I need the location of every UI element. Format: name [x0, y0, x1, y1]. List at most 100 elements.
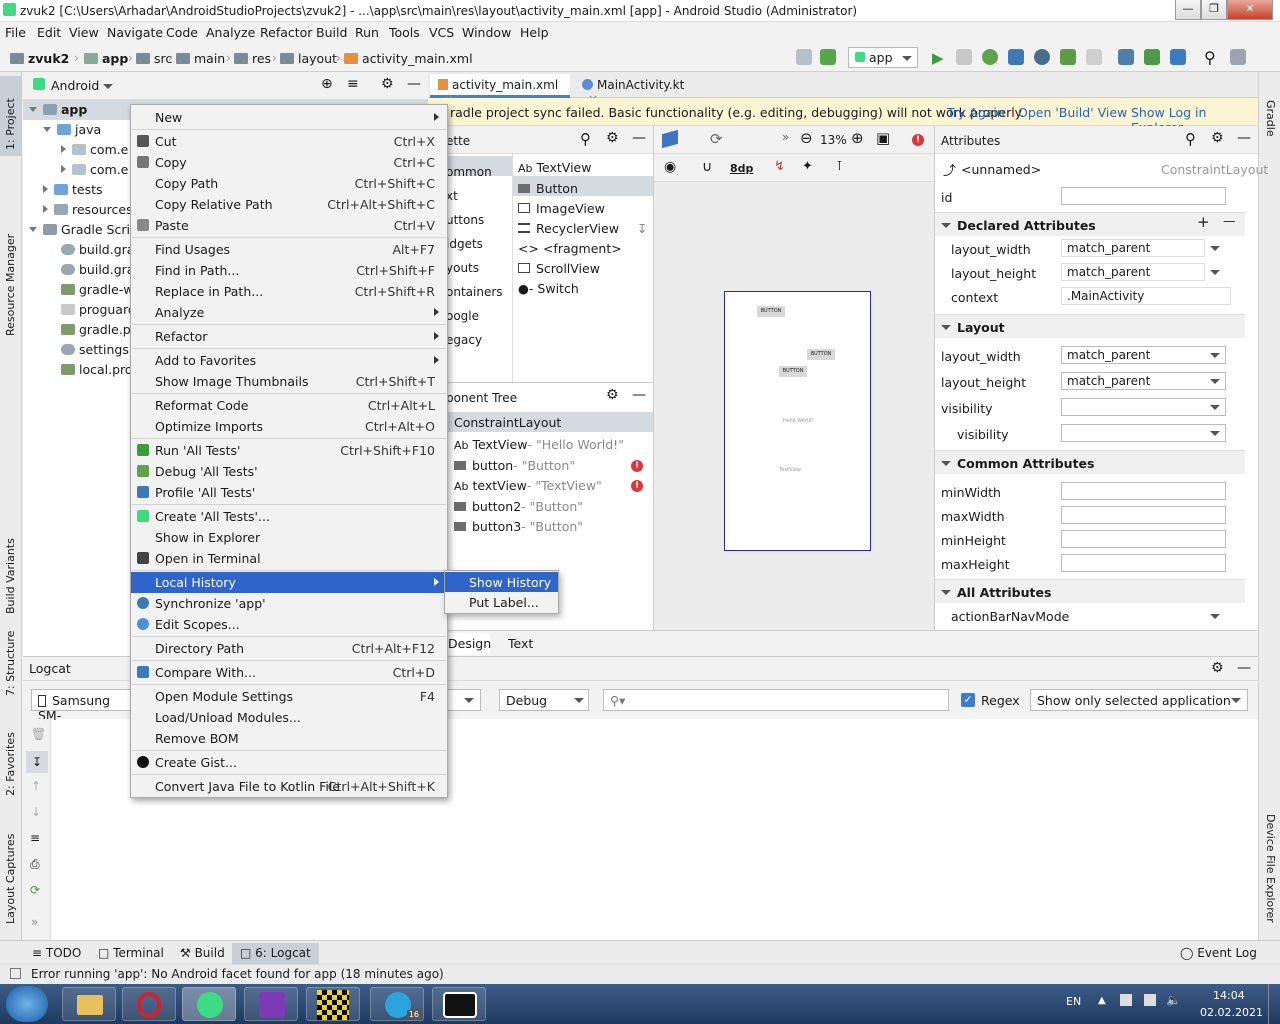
hide-icon[interactable]: —	[1237, 130, 1251, 146]
status-icon[interactable]	[10, 968, 21, 979]
collapse-all-icon[interactable]: ≡	[347, 76, 359, 92]
common-attributes-header[interactable]: Common Attributes	[935, 450, 1245, 474]
menu-item-remove-bom[interactable]: Remove BOM	[131, 728, 447, 749]
menu-item-load-unload-modules[interactable]: Load/Unload Modules...	[131, 707, 447, 728]
min-width-field[interactable]	[1061, 482, 1226, 500]
id-field[interactable]	[1061, 187, 1226, 205]
device-preview[interactable]: BUTTON BUTTON BUTTON Hello World! TextVi…	[724, 291, 871, 551]
menu-tools[interactable]: Tools	[389, 25, 420, 40]
context-field[interactable]: .MainActivity	[1061, 287, 1231, 305]
menu-item-replace-in-path[interactable]: Replace in Path... Ctrl+Shift+R	[131, 281, 447, 302]
show-hidden-icons-icon[interactable]: ▲	[1098, 995, 1106, 1006]
layout-width-field[interactable]: match_parent	[1061, 346, 1226, 364]
up-icon[interactable]: ↑	[31, 779, 41, 793]
tree-item-package[interactable]: com.e	[61, 162, 128, 177]
tab-todo[interactable]: ≡ TODO	[32, 946, 81, 960]
tab-text[interactable]: Text	[498, 633, 544, 655]
tree-item-resources[interactable]: resources	[43, 202, 133, 217]
component-row-textview[interactable]: Ab TextView- "Hello World!"	[454, 435, 649, 456]
guidelines-icon[interactable]: ⊺	[836, 159, 843, 174]
palette-item-button[interactable]: Button	[518, 179, 647, 199]
palette-item-switch[interactable]: ●- Switch	[518, 279, 647, 299]
declared-layout-height-field[interactable]: match_parent	[1061, 263, 1205, 281]
palette-category[interactable]: xt	[446, 184, 503, 208]
palette-item-recyclerview[interactable]: RecyclerView ↧	[518, 219, 647, 239]
project-view-mode[interactable]: Android	[51, 78, 99, 93]
menu-item-profile-all-tests[interactable]: Profile 'All Tests'	[131, 482, 447, 503]
menu-item-analyze[interactable]: Analyze	[131, 302, 447, 323]
zoom-out-icon[interactable]: ⊖	[800, 129, 813, 147]
chess-taskbar-icon[interactable]	[306, 987, 360, 1021]
component-row-textview2[interactable]: Ab textView- "TextView"!	[454, 476, 649, 497]
menu-item-compare-with[interactable]: Compare With... Ctrl+D	[131, 662, 447, 683]
tree-item-java[interactable]: java	[43, 122, 101, 137]
layout-header[interactable]: Layout	[935, 314, 1245, 338]
menu-file[interactable]: File	[5, 25, 26, 40]
menu-help[interactable]: Help	[520, 25, 549, 40]
palette-item-imageview[interactable]: ImageView	[518, 199, 647, 219]
preview-button[interactable]: BUTTON	[757, 306, 785, 317]
sdk-manager-icon[interactable]	[1170, 49, 1186, 65]
coverage-icon[interactable]	[1060, 49, 1076, 65]
menu-item-copy[interactable]: Copy Ctrl+C	[131, 152, 447, 173]
menu-item-copy-relative-path[interactable]: Copy Relative Path Ctrl+Alt+Shift+C	[131, 194, 447, 215]
tree-item-package[interactable]: com.e	[61, 142, 128, 157]
event-log-tab[interactable]: ◯ Event Log	[1180, 946, 1257, 960]
menu-view[interactable]: View	[69, 25, 99, 40]
min-height-field[interactable]	[1061, 530, 1226, 548]
search-icon[interactable]: ⚲	[1204, 48, 1216, 67]
menu-item-local-history[interactable]: Local History	[131, 572, 447, 593]
palette-category[interactable]: uttons	[446, 208, 503, 232]
filter-select[interactable]: Show only selected application	[1030, 689, 1248, 711]
tree-item-gradle-file[interactable]: gradle-wr	[61, 282, 139, 297]
android-studio-taskbar-icon[interactable]	[182, 987, 236, 1021]
error-icon[interactable]: !	[912, 134, 924, 146]
stop-icon[interactable]	[1086, 49, 1102, 65]
run-config-select[interactable]: app	[848, 47, 918, 68]
max-height-field[interactable]	[1061, 554, 1226, 572]
open-build-view-link[interactable]: Open 'Build' View	[1018, 105, 1127, 120]
palette-category[interactable]: egacy	[446, 328, 503, 352]
menu-item-new[interactable]: New	[131, 107, 447, 128]
build-variants-tool-tab[interactable]: Build Variants	[0, 518, 22, 618]
palette-item-textview[interactable]: Ab TextView	[518, 158, 647, 179]
structure-tool-tab[interactable]: 7: Structure	[0, 631, 22, 702]
show-desktop-button[interactable]	[1268, 984, 1280, 1024]
network-icon[interactable]	[1120, 994, 1132, 1006]
project-tool-tab[interactable]: 1: Project	[0, 76, 22, 156]
profile-icon[interactable]	[1008, 49, 1024, 65]
hide-icon[interactable]: —	[632, 130, 646, 146]
tools-visibility-field[interactable]	[1061, 424, 1226, 442]
menu-run[interactable]: Run	[355, 25, 379, 40]
tree-item-gradle-file[interactable]: proguard-	[61, 302, 140, 317]
breadcrumb-app[interactable]: app	[84, 51, 128, 66]
sync-gradle-icon[interactable]	[1118, 49, 1134, 65]
menu-item-cut[interactable]: Cut Ctrl+X	[131, 131, 447, 152]
palette-item-scrollview[interactable]: ScrollView	[518, 259, 647, 279]
apply-changes-icon[interactable]	[956, 49, 972, 65]
menu-item-show-image-thumbnails[interactable]: Show Image Thumbnails Ctrl+Shift+T	[131, 371, 447, 392]
show-history-menu-item[interactable]: Show History	[445, 572, 558, 592]
language-indicator[interactable]: EN	[1066, 995, 1081, 1008]
breadcrumb-main[interactable]: main	[176, 51, 225, 66]
explorer-taskbar-icon[interactable]	[62, 987, 116, 1021]
menu-code[interactable]: Code	[166, 25, 198, 40]
clear-icon[interactable]: 🗑	[31, 727, 46, 741]
start-button[interactable]	[6, 986, 48, 1022]
declared-layout-width-field[interactable]: match_parent	[1061, 239, 1205, 257]
breadcrumb-src[interactable]: src	[136, 51, 172, 66]
regex-checkbox[interactable]: ✓	[961, 693, 975, 707]
menu-edit[interactable]: Edit	[37, 25, 61, 40]
menu-item-edit-scopes[interactable]: Edit Scopes...	[131, 614, 447, 635]
palette-category[interactable]: youts	[446, 256, 503, 280]
gear-icon[interactable]: ⚙	[606, 130, 619, 146]
menu-item-create-all-tests[interactable]: Create 'All Tests'...	[131, 506, 447, 527]
menu-item-paste[interactable]: Paste Ctrl+V	[131, 215, 447, 236]
hide-icon[interactable]: —	[1237, 660, 1251, 676]
attach-debugger-icon[interactable]	[1034, 49, 1050, 65]
soft-wrap-icon[interactable]: ≡	[30, 831, 40, 845]
layout-inspector-icon[interactable]	[1230, 49, 1246, 65]
log-level-select[interactable]: Debug	[499, 689, 589, 711]
menu-item-open-module-settings[interactable]: Open Module Settings F4	[131, 686, 447, 707]
zoom-fit-icon[interactable]: ▣	[876, 129, 890, 147]
